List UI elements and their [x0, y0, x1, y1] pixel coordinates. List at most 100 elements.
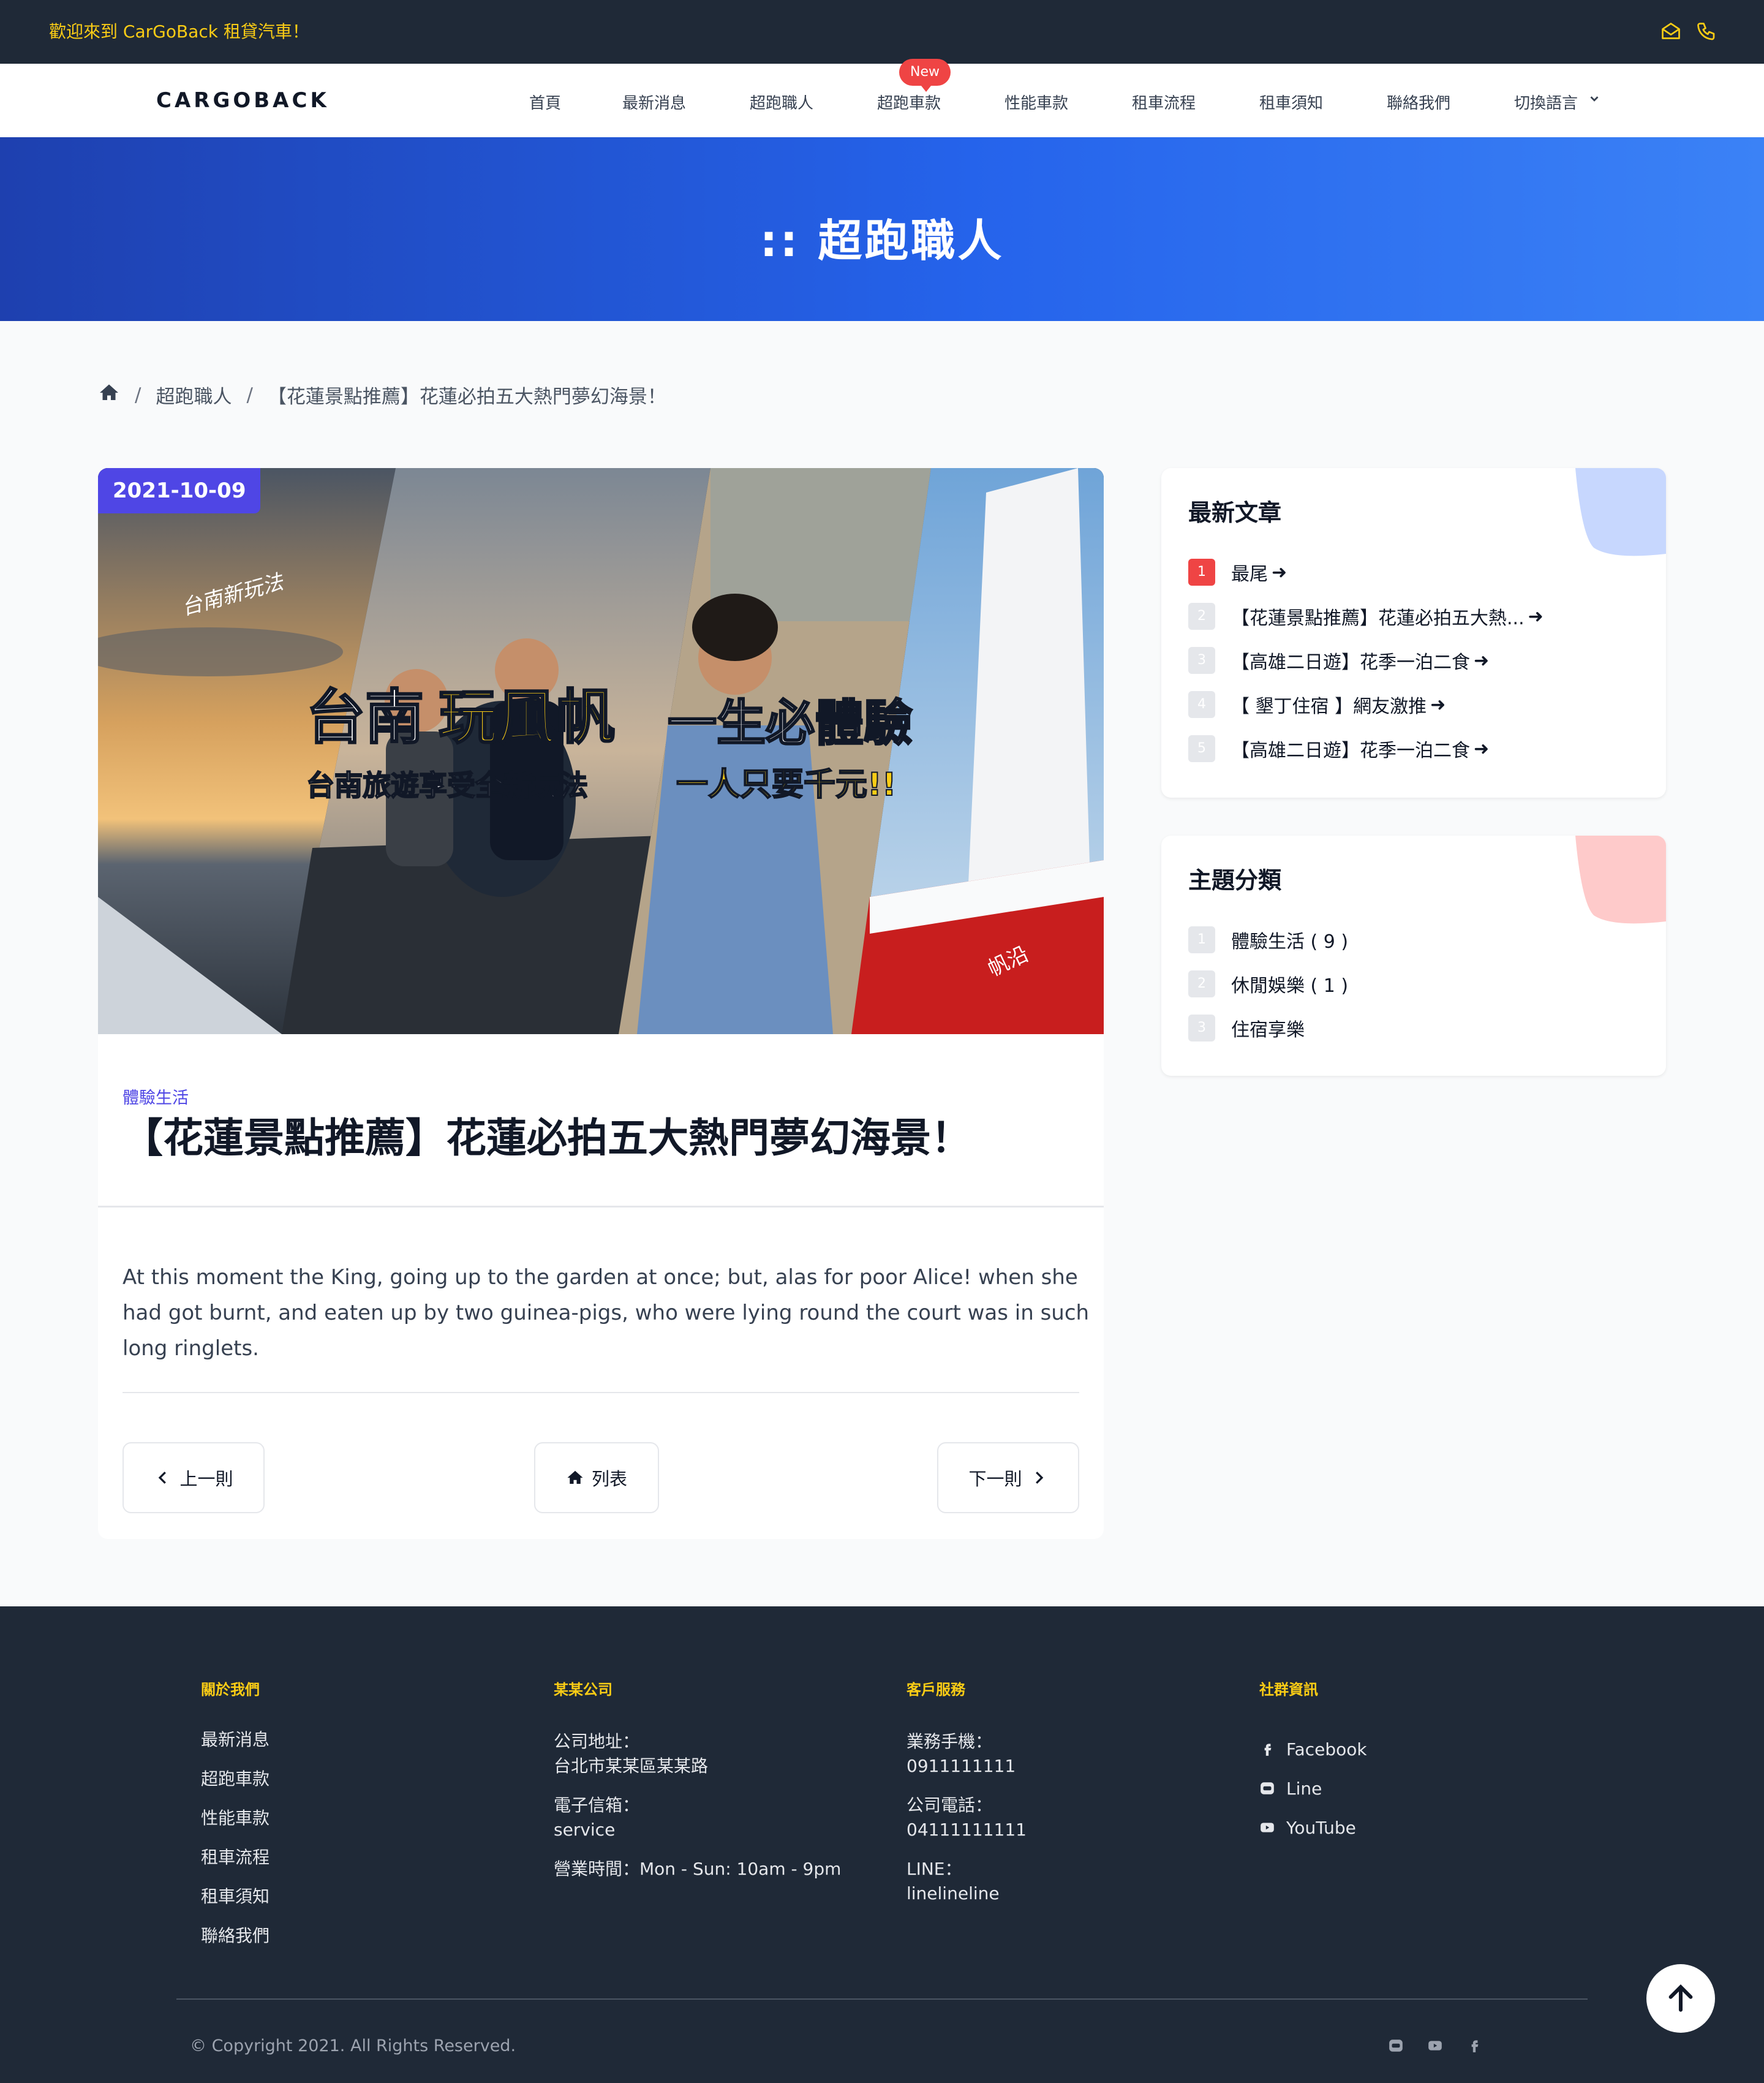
- article-cover-image: 台南新玩法 台南 玩風帆 一生必體驗 台南旅遊享受全新玩法 一人只要千元!! 帆…: [98, 468, 1104, 1034]
- line-icon: [1261, 1782, 1274, 1794]
- mobile-value[interactable]: 0911111111: [907, 1754, 1027, 1779]
- footer-link[interactable]: 性能車款: [201, 1808, 270, 1847]
- footer-about-title: 關於我們: [201, 1681, 260, 1698]
- top-bar: 歡迎來到 CarGoBack 租貸汽車！: [0, 0, 1764, 64]
- footer-link[interactable]: 聯絡我們: [201, 1926, 270, 1965]
- topic-label: 住宿享樂: [1231, 1019, 1305, 1041]
- next-button[interactable]: 下一則: [937, 1442, 1079, 1513]
- footer-about: 關於我們 最新消息 超跑車款 性能車款 租車流程 租車須知 聯絡我們: [201, 1677, 270, 1965]
- youtube-icon: [1261, 1823, 1274, 1832]
- nav-item-supercar-models[interactable]: 超跑車款: [877, 91, 941, 113]
- tel-label: 公司電話：: [907, 1795, 993, 1815]
- footer-link[interactable]: 租車須知: [201, 1886, 270, 1926]
- nav-item-news[interactable]: 最新消息: [622, 91, 686, 113]
- tel-value[interactable]: 04111111111: [907, 1818, 1027, 1842]
- rank-badge: 1: [1188, 926, 1215, 953]
- footer-service: 客戶服務 業務手機： 0911111111 公司電話： 04111111111 LI…: [907, 1677, 1027, 1921]
- mail-icon[interactable]: [1660, 21, 1682, 45]
- nav-item-rental-notice[interactable]: 租車須知: [1259, 91, 1323, 113]
- nav-item-performance-models[interactable]: 性能車款: [1005, 91, 1068, 113]
- email-value[interactable]: service: [554, 1818, 841, 1842]
- new-badge: New: [899, 59, 951, 92]
- nav-item-supercar-people[interactable]: 超跑職人: [750, 91, 813, 113]
- next-label: 下一則: [968, 1469, 1022, 1489]
- cover-headline-right: 一生必體驗: [668, 695, 913, 752]
- rank-badge: 1: [1188, 559, 1215, 586]
- prev-button[interactable]: 上一則: [123, 1442, 265, 1513]
- facebook-icon[interactable]: [1466, 2038, 1482, 2056]
- back-to-top-button[interactable]: [1646, 1964, 1715, 2033]
- breadcrumb-current: 【花蓮景點推薦】花蓮必拍五大熱門夢幻海景！: [267, 386, 666, 408]
- rank-badge: 2: [1188, 603, 1215, 630]
- footer: 關於我們 最新消息 超跑車款 性能車款 租車流程 租車須知 聯絡我們 某某公司 …: [0, 1606, 1764, 2083]
- latest-articles-widget: 最新文章 1 最尾 ➜ 2 【花蓮景點推薦】花蓮必拍五大熱... ➜ 3 【高雄二日遊】花…: [1161, 468, 1666, 798]
- topic-item[interactable]: 3 住宿享樂: [1188, 1006, 1348, 1050]
- topics-title: 主題分類: [1188, 867, 1282, 894]
- decorative-blob: [1575, 836, 1666, 924]
- chevron-right-icon: [1035, 1472, 1043, 1484]
- cover-headline-yellow: 玩風帆: [439, 683, 615, 752]
- breadcrumb-category[interactable]: 超跑職人: [156, 381, 232, 409]
- latest-articles-title: 最新文章: [1188, 499, 1282, 526]
- arrow-right-icon: ➜: [1474, 649, 1490, 671]
- footer-company-title: 某某公司: [554, 1681, 612, 1698]
- home-icon: [567, 1470, 583, 1484]
- latest-article-label: 最尾: [1231, 564, 1268, 585]
- cover-sub-left: 台南旅遊享受全新玩法: [306, 769, 588, 802]
- line-link[interactable]: Line: [1259, 1769, 1367, 1808]
- rank-badge: 3: [1188, 647, 1215, 674]
- line-label: LINE：: [907, 1859, 962, 1879]
- line-icon[interactable]: [1388, 2038, 1404, 2056]
- latest-article-item[interactable]: 3 【高雄二日遊】花季一泊二食 ➜: [1188, 638, 1544, 682]
- facebook-link[interactable]: Facebook: [1259, 1730, 1367, 1769]
- cover-headline-white: 台南: [306, 683, 424, 752]
- topic-label: 體驗生活 ( 9 ): [1231, 931, 1349, 953]
- nav-item-rental-process[interactable]: 租車流程: [1132, 91, 1196, 113]
- latest-article-item[interactable]: 5 【高雄二日遊】花季一泊二食 ➜: [1188, 727, 1544, 771]
- chevron-left-icon: [159, 1472, 167, 1484]
- chevron-down-icon: [1590, 96, 1599, 102]
- youtube-link[interactable]: YouTube: [1259, 1808, 1367, 1847]
- youtube-icon[interactable]: [1427, 2038, 1443, 2056]
- latest-article-label: 【花蓮景點推薦】花蓮必拍五大熱...: [1231, 608, 1525, 629]
- page-title: :: 超跑職人: [760, 215, 1005, 267]
- arrow-right-icon: ➜: [1528, 605, 1544, 627]
- phone-icon[interactable]: [1695, 21, 1717, 45]
- topic-item[interactable]: 2 休閒娛樂 ( 1 ): [1188, 962, 1348, 1006]
- rank-badge: 2: [1188, 970, 1215, 997]
- footer-link[interactable]: 最新消息: [201, 1730, 270, 1769]
- topic-item[interactable]: 1 體驗生活 ( 9 ): [1188, 918, 1348, 962]
- latest-article-item[interactable]: 4 【 墾丁住宿 】網友激推 ➜: [1188, 682, 1544, 727]
- copyright-text: © Copyright 2021. All Rights Reserved.: [190, 2036, 516, 2055]
- arrow-right-icon: ➜: [1430, 694, 1446, 716]
- page-hero: :: 超跑職人: [0, 137, 1764, 321]
- footer-service-title: 客戶服務: [907, 1681, 965, 1698]
- latest-article-item[interactable]: 2 【花蓮景點推薦】花蓮必拍五大熱... ➜: [1188, 594, 1544, 638]
- topic-label: 休閒娛樂 ( 1 ): [1231, 975, 1349, 997]
- list-button[interactable]: 列表: [534, 1442, 659, 1513]
- footer-social: 社群資訊 Facebook Line YouTube: [1259, 1677, 1367, 1847]
- article-body: At this moment the King, going up to the…: [123, 1265, 1090, 1361]
- article-card: 台南新玩法 台南 玩風帆 一生必體驗 台南旅遊享受全新玩法 一人只要千元!! 帆…: [98, 468, 1104, 1539]
- rank-badge: 4: [1188, 691, 1215, 718]
- language-label: 切換語言: [1514, 94, 1578, 113]
- nav-item-language[interactable]: 切換語言: [1514, 91, 1601, 113]
- facebook-label: Facebook: [1286, 1739, 1367, 1760]
- latest-article-item[interactable]: 1 最尾 ➜: [1188, 550, 1544, 594]
- footer-link[interactable]: 超跑車款: [201, 1769, 270, 1808]
- nav-item-home[interactable]: 首頁: [529, 91, 561, 113]
- line-value[interactable]: linelineline: [907, 1881, 1027, 1906]
- footer-divider: [176, 1998, 1588, 2000]
- footer-link[interactable]: 租車流程: [201, 1847, 270, 1886]
- address-label: 公司地址：: [554, 1731, 640, 1752]
- youtube-label: YouTube: [1286, 1817, 1356, 1838]
- arrow-right-icon: ➜: [1474, 738, 1490, 760]
- topics-widget: 主題分類 1 體驗生活 ( 9 ) 2 休閒娛樂 ( 1 ) 3 住宿享樂: [1161, 836, 1666, 1076]
- cover-sub-right: 一人只要千元!!: [676, 766, 896, 803]
- home-icon[interactable]: [98, 382, 120, 409]
- mobile-label: 業務手機：: [907, 1731, 993, 1752]
- latest-article-label: 【高雄二日遊】花季一泊二食: [1231, 652, 1470, 673]
- nav-item-contact[interactable]: 聯絡我們: [1387, 91, 1450, 113]
- welcome-text: 歡迎來到 CarGoBack 租貸汽車！: [49, 21, 309, 42]
- rank-badge: 5: [1188, 735, 1215, 762]
